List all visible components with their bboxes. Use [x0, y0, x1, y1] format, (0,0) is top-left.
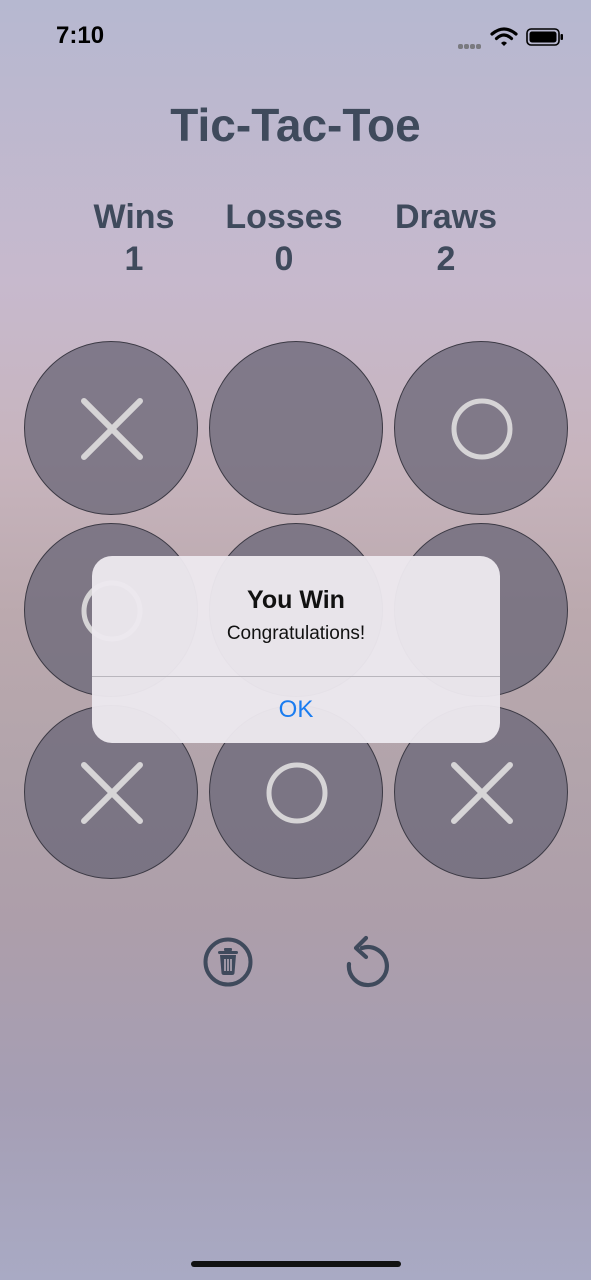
board-cell-0-2[interactable] [394, 341, 568, 515]
battery-icon [526, 28, 563, 46]
cellular-signal-icon [458, 36, 482, 54]
alert-message: Congratulations! [226, 623, 366, 644]
score-draws-label: Draws [394, 198, 498, 236]
score-losses: Losses 0 [204, 196, 364, 280]
o-mark-icon [451, 398, 513, 460]
restart-arrow-icon[interactable] [340, 934, 394, 990]
score-losses-value: 0 [274, 240, 294, 278]
score-wins-value: 1 [124, 240, 144, 278]
score-wins-label: Wins [93, 198, 175, 236]
alert-ok-button[interactable]: OK [92, 677, 500, 743]
board-cell-0-0[interactable] [24, 341, 198, 515]
win-alert-dialog: You Win Congratulations! OK [92, 556, 500, 743]
status-time: 7:10 [56, 22, 105, 49]
wifi-icon [490, 27, 518, 46]
trash-icon[interactable] [202, 936, 254, 988]
score-wins: Wins 1 [54, 196, 214, 280]
score-draws-value: 2 [436, 240, 456, 278]
score-losses-label: Losses [225, 198, 343, 236]
alert-title: You Win [247, 586, 345, 614]
score-draws: Draws 2 [366, 196, 526, 280]
x-mark-icon [81, 398, 143, 460]
page-title: Tic-Tac-Toe [170, 99, 421, 151]
status-bar: 7:10 [0, 0, 591, 76]
board-cell-0-1[interactable] [209, 341, 383, 515]
home-indicator [191, 1261, 401, 1267]
